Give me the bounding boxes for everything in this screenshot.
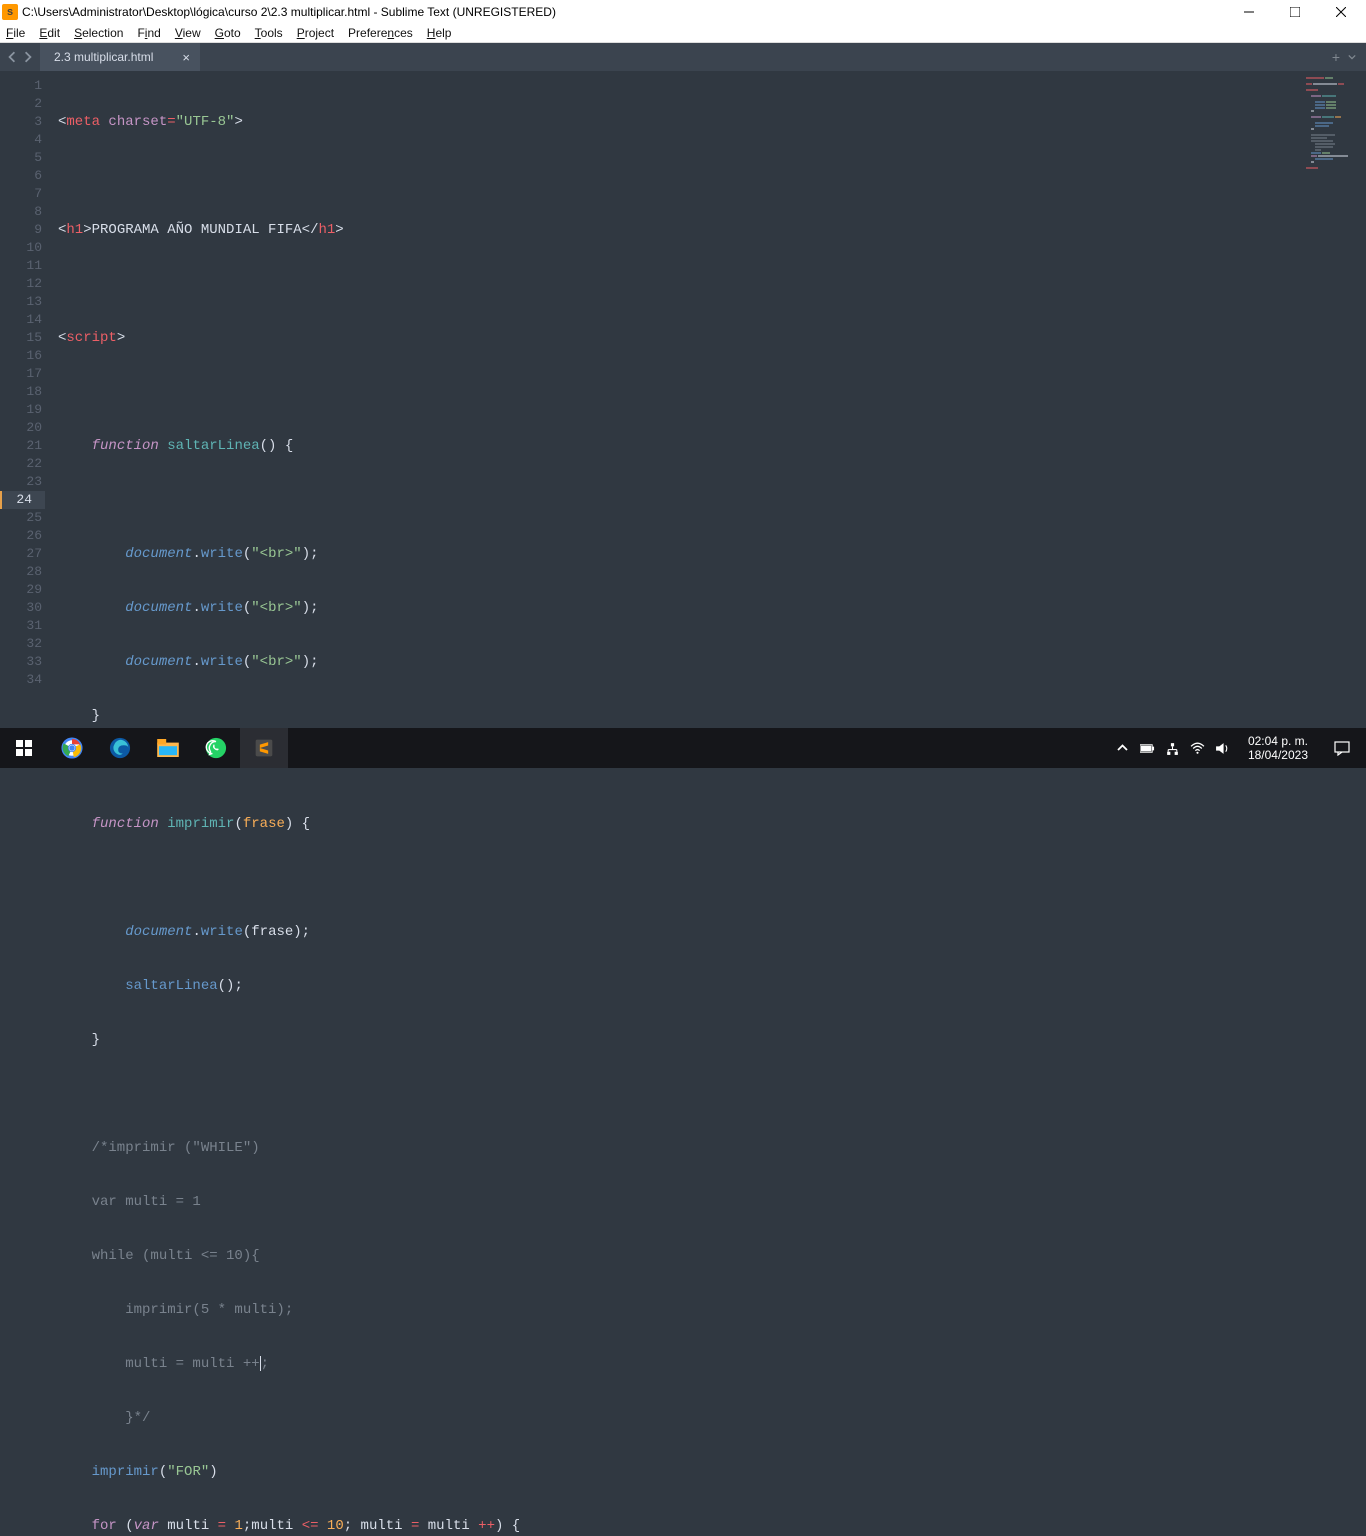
taskbar: 02:04 p. m. 18/04/2023 [0, 728, 1366, 768]
maximize-button[interactable] [1272, 0, 1318, 23]
taskbar-edge[interactable] [96, 728, 144, 768]
tab-close-icon[interactable]: × [182, 50, 190, 65]
minimap[interactable] [1306, 77, 1362, 137]
start-button[interactable] [0, 728, 48, 768]
menu-edit[interactable]: Edit [39, 26, 60, 40]
code-editor[interactable]: 1234567891011121314151617181920212223242… [0, 71, 1366, 728]
minimize-button[interactable] [1226, 0, 1272, 23]
taskbar-explorer[interactable] [144, 728, 192, 768]
notification-button[interactable] [1318, 728, 1366, 768]
menu-bar: File Edit Selection Find View Goto Tools… [0, 23, 1366, 43]
menu-goto[interactable]: Goto [215, 26, 241, 40]
window-title: C:\Users\Administrator\Desktop\lógica\cu… [22, 5, 1226, 19]
code-content[interactable]: <meta charset="UTF-8"> <h1>PROGRAMA AÑO … [58, 77, 520, 1536]
menu-help[interactable]: Help [427, 26, 452, 40]
clock-date: 18/04/2023 [1248, 748, 1308, 762]
line-gutter: 1234567891011121314151617181920212223242… [0, 71, 52, 689]
tab-file[interactable]: 2.3 multiplicar.html × [40, 43, 200, 71]
taskbar-whatsapp[interactable] [192, 728, 240, 768]
taskbar-chrome[interactable] [48, 728, 96, 768]
taskbar-sublime[interactable] [240, 728, 288, 768]
app-icon: s [2, 4, 18, 20]
menu-find[interactable]: Find [137, 26, 160, 40]
menu-file[interactable]: File [6, 26, 25, 40]
tray-network-icon[interactable] [1165, 741, 1180, 756]
tray-sound-icon[interactable] [1215, 741, 1230, 756]
tab-bar: 2.3 multiplicar.html × + [0, 43, 1366, 71]
close-button[interactable] [1318, 0, 1364, 23]
menu-preferences[interactable]: Preferences [348, 26, 413, 40]
clock-time: 02:04 p. m. [1248, 734, 1308, 748]
nav-forward-icon[interactable] [22, 51, 34, 63]
tab-dropdown-icon[interactable] [1348, 53, 1356, 61]
tray-wifi-icon[interactable] [1190, 741, 1205, 756]
tab-label: 2.3 multiplicar.html [54, 50, 153, 64]
nav-back-icon[interactable] [6, 51, 18, 63]
menu-project[interactable]: Project [297, 26, 334, 40]
menu-selection[interactable]: Selection [74, 26, 123, 40]
new-tab-icon[interactable]: + [1332, 49, 1340, 65]
window-titlebar: s C:\Users\Administrator\Desktop\lógica\… [0, 0, 1366, 23]
taskbar-clock[interactable]: 02:04 p. m. 18/04/2023 [1238, 734, 1318, 762]
menu-tools[interactable]: Tools [255, 26, 283, 40]
menu-view[interactable]: View [175, 26, 201, 40]
tray-chevron-icon[interactable] [1115, 741, 1130, 756]
tray-battery-icon[interactable] [1140, 741, 1155, 756]
